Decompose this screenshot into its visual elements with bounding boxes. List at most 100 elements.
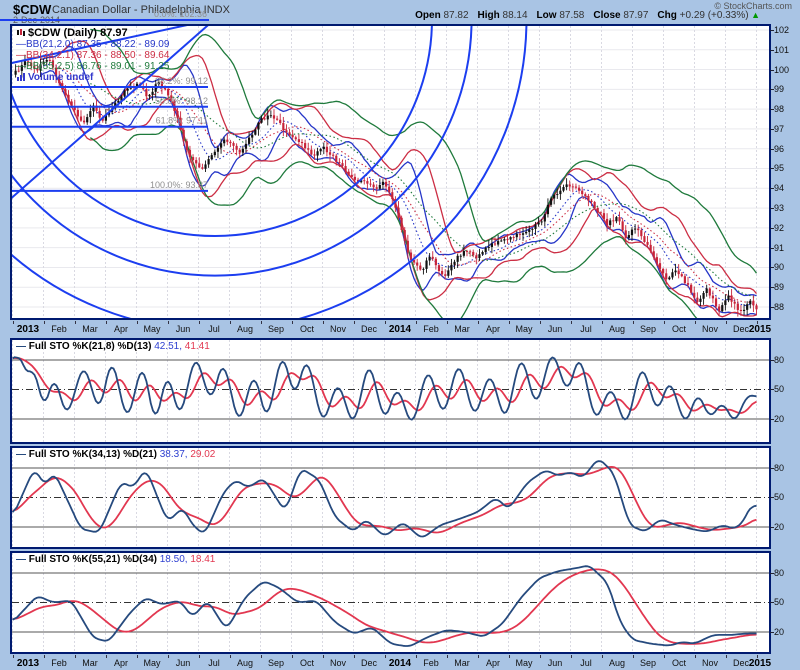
stochastic-panel-2: — Full STO %K(34,13) %D(21) 38.37, 29.02: [10, 446, 771, 549]
panel-3-name: Full STO %K(55,21) %D(34): [29, 554, 157, 565]
ohlc-label-open: Open: [415, 10, 441, 21]
panel-3-tickmark-50: [770, 602, 774, 603]
fib-level-label-0: 0.0%: 102.36: [120, 9, 207, 19]
x-label-may-16: May: [507, 658, 541, 668]
x-label-jul-6: Jul: [197, 324, 231, 334]
panel-2-legend: — Full STO %K(34,13) %D(21) 38.37, 29.02: [16, 449, 215, 460]
x-tickmark-12: [385, 655, 386, 658]
x-label-jun-17: Jun: [538, 658, 572, 668]
legend-bb-0: —BB(21,2.0) 87.35 - 88.22 - 89.09: [16, 39, 169, 50]
x-tickmark-12: [385, 321, 386, 324]
panel-3-k-value: 18.50,: [160, 554, 188, 565]
x-tickmark-0: [13, 655, 14, 658]
price-tick-93: 93: [774, 203, 784, 213]
x-label-mar-2: Mar: [73, 658, 107, 668]
x-label-feb-1: Feb: [42, 658, 76, 668]
legend-bb-2: —BB(55,2.5) 86.76 - 89.01 - 91.25: [16, 61, 169, 72]
main-price-chart: 38.2%: 99.1250.0%: 98.1261.8%: 97.11100.…: [10, 24, 771, 320]
x-tickmark-7: [230, 321, 231, 324]
x-label-jun-5: Jun: [166, 324, 200, 334]
x-tickmark-14: [447, 655, 448, 658]
ohlc-value-low: 87.58: [557, 10, 585, 21]
x-label-apr-15: Apr: [476, 658, 510, 668]
ohlc-label-close: Close: [593, 10, 620, 21]
price-tick-94: 94: [774, 183, 784, 193]
x-tickmark-17: [540, 321, 541, 324]
x-label-jun-5: Jun: [166, 658, 200, 668]
fib-level-line-0: [0, 19, 209, 21]
price-tick-89: 89: [774, 282, 784, 292]
price-tickmark-96: [770, 149, 774, 150]
x-label-nov-22: Nov: [693, 658, 727, 668]
price-tickmark-102: [770, 30, 774, 31]
x-label-may-16: May: [507, 324, 541, 334]
price-tickmark-93: [770, 208, 774, 209]
panel-3-tick-50: 50: [774, 597, 784, 607]
panel-2-k-value: 38.37,: [160, 449, 188, 460]
x-tickmark-22: [695, 321, 696, 324]
x-tickmark-2: [75, 655, 76, 658]
x-label-oct-21: Oct: [662, 324, 696, 334]
price-tickmark-92: [770, 228, 774, 229]
x-tickmark-13: [416, 321, 417, 324]
stockcharts-page: $CDW Canadian Dollar - Philadelphia INDX…: [0, 0, 800, 670]
panel-1-legend: — Full STO %K(21,8) %D(13) 42.51, 41.41: [16, 341, 210, 352]
x-tickmark-9: [292, 321, 293, 324]
price-tick-99: 99: [774, 84, 784, 94]
panel-3-d-value: 18.41: [190, 554, 215, 565]
x-label-jul-18: Jul: [569, 324, 603, 334]
ohlc-value-high: 88.14: [500, 10, 528, 21]
change-up-arrow: ▲: [749, 10, 760, 20]
stochastic-panel-3: — Full STO %K(55,21) %D(34) 18.50, 18.41: [10, 551, 771, 654]
price-tick-100: 100: [774, 65, 789, 75]
x-tickmark-10: [323, 321, 324, 324]
x-tickmark-7: [230, 655, 231, 658]
x-label-sep-20: Sep: [631, 658, 665, 668]
x-tickmark-2: [75, 321, 76, 324]
x-tickmark-24: [757, 321, 758, 324]
x-label-sep-8: Sep: [259, 658, 293, 668]
x-label-2014-12: 2014: [383, 658, 417, 669]
x-tickmark-5: [168, 655, 169, 658]
x-tickmark-17: [540, 655, 541, 658]
ohlc-label-low: Low: [537, 10, 557, 21]
x-tickmark-22: [695, 655, 696, 658]
x-axis-top: 2013FebMarAprMayJunJulAugSepOctNovDec201…: [0, 321, 800, 337]
price-tickmark-99: [770, 89, 774, 90]
x-axis-bottom: 2013FebMarAprMayJunJulAugSepOctNovDec201…: [0, 655, 800, 670]
x-label-feb-13: Feb: [414, 324, 448, 334]
price-tickmark-91: [770, 248, 774, 249]
panel-1-tick-20: 20: [774, 414, 784, 424]
x-label-sep-20: Sep: [631, 324, 665, 334]
x-label-mar-14: Mar: [445, 324, 479, 334]
x-label-jul-18: Jul: [569, 658, 603, 668]
panel-1-k-value: 42.51,: [154, 341, 182, 352]
legend-symbol: $CDW (Daily) 87.97: [28, 27, 128, 39]
price-tickmark-88: [770, 307, 774, 308]
x-tickmark-21: [664, 655, 665, 658]
main-chart-legend: $CDW (Daily) 87.97 —BB(21,2.0) 87.35 - 8…: [16, 28, 169, 83]
x-tickmark-6: [199, 321, 200, 324]
x-tickmark-11: [354, 321, 355, 324]
x-tickmark-13: [416, 655, 417, 658]
x-label-oct-9: Oct: [290, 658, 324, 668]
x-tickmark-3: [106, 655, 107, 658]
x-label-apr-3: Apr: [104, 658, 138, 668]
panel-3-tickmark-20: [770, 632, 774, 633]
price-tickmark-98: [770, 109, 774, 110]
x-tickmark-8: [261, 321, 262, 324]
panel-1-name: Full STO %K(21,8) %D(13): [29, 341, 152, 352]
x-tickmark-1: [44, 655, 45, 658]
x-tickmark-16: [509, 321, 510, 324]
x-label-2013-0: 2013: [11, 658, 45, 669]
x-tickmark-6: [199, 655, 200, 658]
price-tick-90: 90: [774, 262, 784, 272]
x-label-dec-11: Dec: [352, 658, 386, 668]
x-label-2015-24: 2015: [743, 658, 777, 669]
price-tick-88: 88: [774, 302, 784, 312]
x-label-feb-13: Feb: [414, 658, 448, 668]
x-label-nov-10: Nov: [321, 658, 355, 668]
x-tickmark-19: [602, 321, 603, 324]
x-label-2015-24: 2015: [743, 324, 777, 335]
x-label-2014-12: 2014: [383, 324, 417, 335]
